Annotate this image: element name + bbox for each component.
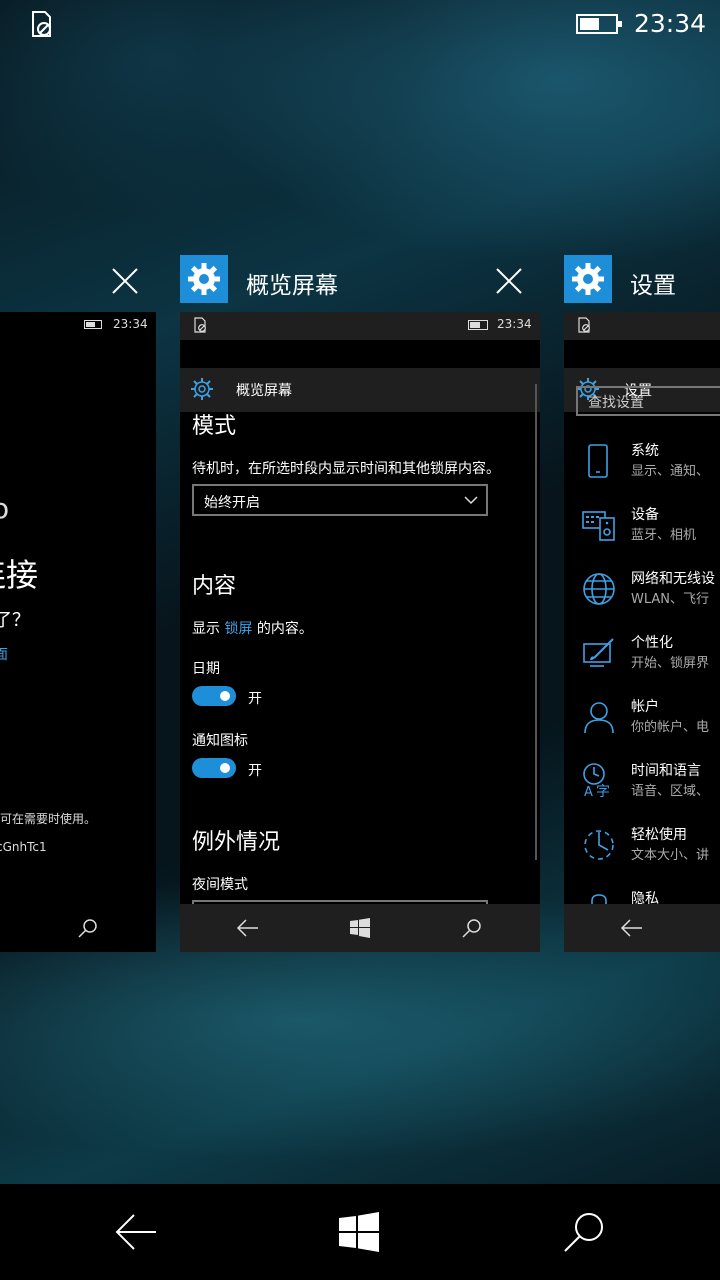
notification-icons-label: 通知图标 bbox=[192, 733, 248, 749]
header-gear-icon bbox=[191, 378, 213, 400]
settings-item-sub: 你的帐户、电 bbox=[631, 720, 710, 735]
center-card-title: 概览屏幕 bbox=[246, 273, 338, 299]
battery-level-fill bbox=[580, 18, 599, 30]
night-mode-label: 夜间模式 bbox=[192, 877, 248, 893]
search-icon[interactable] bbox=[562, 1210, 606, 1254]
personalize-icon bbox=[583, 638, 614, 667]
battery-icon bbox=[576, 14, 622, 34]
close-left-card-icon[interactable] bbox=[110, 266, 140, 296]
center-card-clock: 23:34 bbox=[497, 317, 532, 331]
settings-item-sub: 显示、通知、 bbox=[631, 464, 710, 479]
date-toggle-state: 开 bbox=[248, 691, 262, 707]
chevron-down-icon bbox=[464, 496, 478, 505]
date-toggle[interactable] bbox=[192, 686, 236, 706]
center-card-header: 概览屏幕 bbox=[180, 368, 540, 412]
settings-item-title: 帐户 bbox=[631, 699, 659, 715]
windows-start-icon[interactable] bbox=[339, 1212, 379, 1252]
notification-icons-toggle[interactable] bbox=[192, 758, 236, 778]
settings-item-personalization[interactable]: 个性化 开始、锁屏界 bbox=[564, 628, 720, 684]
settings-item-sub: 文本大小、讲 bbox=[631, 848, 710, 863]
gear-icon bbox=[188, 263, 220, 295]
settings-item-devices[interactable]: 设备 蓝牙、相机 bbox=[564, 500, 720, 556]
center-card-scrollbar[interactable] bbox=[535, 384, 537, 860]
right-card-no-sim-icon bbox=[578, 317, 590, 333]
svg-text:字: 字 bbox=[596, 784, 610, 798]
settings-item-title: 轻松使用 bbox=[631, 827, 687, 843]
settings-item-title: 设备 bbox=[631, 507, 659, 523]
mode-dropdown[interactable]: 始终开启 bbox=[192, 484, 488, 516]
exceptions-section-title: 例外情况 bbox=[192, 830, 281, 855]
no-sim-icon bbox=[32, 11, 51, 37]
settings-item-system[interactable]: 系统 显示、通知、 bbox=[564, 436, 720, 492]
left-card-code-fragment: cGnhTc1 bbox=[0, 840, 47, 854]
notification-icons-toggle-state: 开 bbox=[248, 763, 262, 779]
center-card-app-tile[interactable] bbox=[180, 255, 228, 303]
settings-search-input[interactable]: 查找设置 bbox=[576, 386, 720, 416]
settings-item-title: 时间和语言 bbox=[631, 763, 701, 779]
center-card-status-bar: 23:34 bbox=[180, 312, 540, 340]
right-app-card[interactable]: 设置 查找设置 系统 显示、通知、 设备 蓝牙、相机 网络和无线设 WLAN、飞… bbox=[564, 312, 720, 952]
center-card-battery-icon bbox=[468, 320, 488, 330]
globe-icon bbox=[583, 573, 615, 605]
center-card-search-icon[interactable] bbox=[460, 916, 484, 940]
settings-item-title: 网络和无线设 bbox=[631, 571, 715, 587]
center-card-nav-bar bbox=[180, 904, 540, 952]
content-description: 显示 锁屏 的内容。 bbox=[192, 618, 313, 638]
settings-item-title: 系统 bbox=[631, 443, 659, 459]
settings-item-time-language[interactable]: A 字 时间和语言 语音、区域、 bbox=[564, 756, 720, 812]
close-center-card-icon[interactable] bbox=[494, 266, 524, 296]
right-card-app-tile[interactable] bbox=[564, 255, 612, 303]
right-card-nav-bar bbox=[564, 904, 720, 952]
settings-search-placeholder: 查找设置 bbox=[588, 395, 644, 411]
svg-text:A: A bbox=[584, 785, 593, 798]
settings-item-ease-of-access[interactable]: 轻松使用 文本大小、讲 bbox=[564, 820, 720, 876]
person-icon bbox=[584, 702, 614, 734]
gear-icon bbox=[572, 263, 604, 295]
left-card-question-fragment: 了？ bbox=[0, 610, 30, 631]
center-card-header-title: 概览屏幕 bbox=[236, 383, 292, 399]
left-card-clock: 23:34 bbox=[113, 317, 148, 331]
right-card-title: 设置 bbox=[630, 273, 676, 299]
settings-item-sub: 语音、区域、 bbox=[631, 784, 710, 799]
left-card-text-fragment: 可在需要时使用。 bbox=[0, 812, 97, 826]
left-card-battery-icon bbox=[84, 320, 102, 329]
settings-item-sub: WLAN、飞行 bbox=[631, 592, 710, 607]
center-card-windows-icon[interactable] bbox=[350, 918, 370, 938]
lockscreen-link[interactable]: 锁屏 bbox=[224, 621, 252, 637]
content-desc-prefix: 显示 bbox=[192, 621, 220, 637]
left-app-card[interactable]: 23:34 o 连接 了？ 面 可在需要时使用。 cGnhTc1 bbox=[0, 312, 156, 952]
center-app-card[interactable]: 23:34 概览屏幕 模式 待机时，在所选时段内显示时间和其他锁屏内容。 始终开… bbox=[180, 312, 540, 952]
settings-item-accounts[interactable]: 帐户 你的帐户、电 bbox=[564, 692, 720, 748]
content-section-title: 内容 bbox=[192, 574, 237, 599]
back-icon[interactable] bbox=[114, 1212, 158, 1252]
phone-icon bbox=[588, 444, 608, 478]
date-label: 日期 bbox=[192, 661, 220, 677]
ease-of-access-icon bbox=[584, 830, 614, 860]
left-card-status-bar: 23:34 bbox=[0, 312, 156, 336]
center-card-no-sim-icon bbox=[194, 317, 206, 333]
system-nav-bar bbox=[0, 1184, 720, 1280]
settings-item-sub: 蓝牙、相机 bbox=[631, 528, 697, 543]
left-card-heading-fragment: 连接 bbox=[0, 556, 39, 594]
settings-item-title: 个性化 bbox=[631, 635, 673, 651]
status-clock: 23:34 bbox=[634, 9, 707, 38]
center-card-back-icon[interactable] bbox=[236, 918, 260, 938]
settings-item-sub: 开始、锁屏界 bbox=[631, 656, 710, 671]
left-card-search-icon[interactable] bbox=[76, 916, 100, 940]
right-card-status-bar bbox=[564, 312, 720, 340]
devices-icon bbox=[582, 511, 615, 541]
left-card-glyph: o bbox=[0, 492, 10, 525]
mode-dropdown-value: 始终开启 bbox=[204, 495, 260, 511]
left-card-link-fragment[interactable]: 面 bbox=[0, 644, 8, 664]
time-language-icon: A 字 bbox=[583, 763, 610, 798]
settings-item-privacy[interactable]: 隐私 bbox=[564, 884, 720, 906]
content-desc-suffix: 的内容。 bbox=[256, 621, 313, 637]
mode-description: 待机时，在所选时段内显示时间和其他锁屏内容。 bbox=[192, 461, 500, 477]
right-card-back-icon[interactable] bbox=[620, 918, 644, 938]
mode-section-title: 模式 bbox=[192, 414, 237, 439]
settings-item-network[interactable]: 网络和无线设 WLAN、飞行 bbox=[564, 564, 720, 620]
